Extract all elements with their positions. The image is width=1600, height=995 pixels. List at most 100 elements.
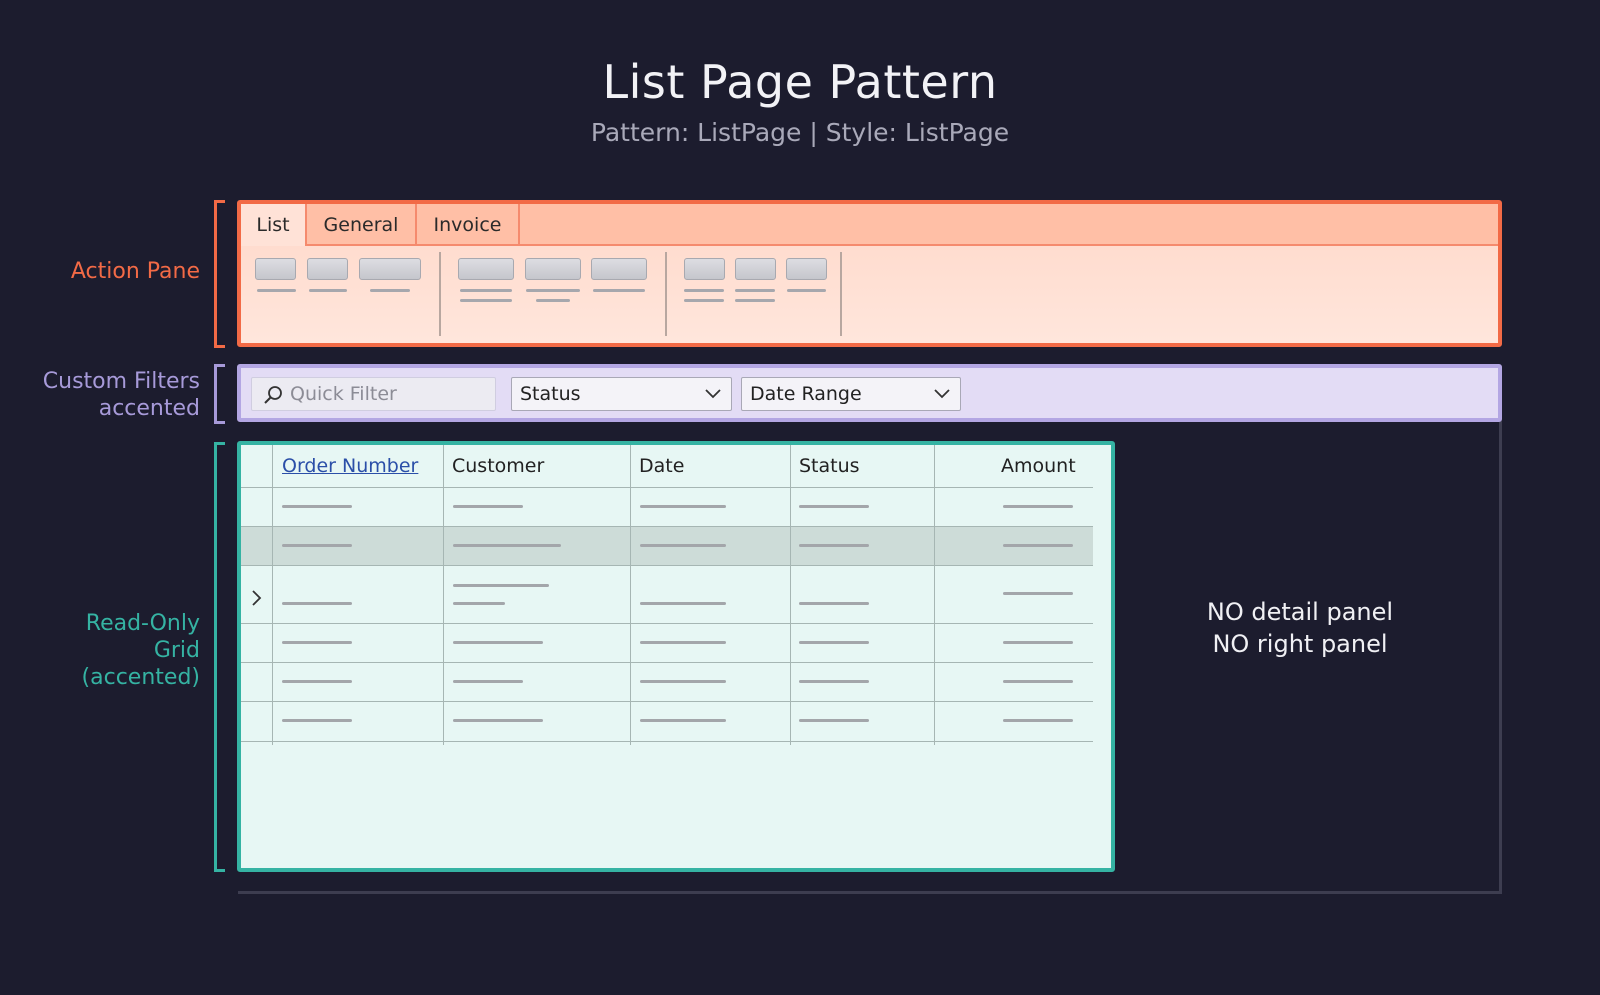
action-group-separator (439, 252, 441, 336)
cell-placeholder (1003, 592, 1073, 595)
status-filter-label: Status (520, 383, 581, 405)
action-pane: List General Invoice (237, 200, 1502, 347)
row-separator (241, 526, 1093, 527)
tab-invoice[interactable]: Invoice (417, 204, 520, 246)
custom-filters-label-line2: accented (98, 396, 200, 421)
cell-placeholder (799, 680, 869, 683)
cell-placeholder (1003, 641, 1073, 644)
action-button-caption (735, 289, 775, 292)
cell-placeholder (640, 602, 726, 605)
row-separator (241, 565, 1093, 566)
column-header-date[interactable]: Date (639, 455, 684, 477)
action-button[interactable] (684, 258, 725, 280)
action-button[interactable] (359, 258, 421, 280)
cell-placeholder (799, 641, 869, 644)
action-button-caption (735, 299, 775, 302)
action-button[interactable] (591, 258, 647, 280)
cell-placeholder (282, 505, 352, 508)
custom-filters-label-line1: Custom Filters (42, 369, 200, 394)
column-separator (443, 445, 444, 745)
action-pane-tab-strip: List General Invoice (241, 204, 1498, 246)
cell-placeholder (799, 544, 869, 547)
action-button[interactable] (735, 258, 776, 280)
cell-placeholder (1003, 505, 1073, 508)
cell-placeholder (282, 680, 352, 683)
row-separator (241, 487, 1093, 488)
status-filter-dropdown[interactable]: Status (511, 377, 732, 411)
grid-label-line2: Grid (153, 638, 200, 663)
grid-label: Read-Only Grid (accented) (82, 610, 200, 691)
quick-filter-input[interactable] (290, 378, 490, 410)
column-header-order-number[interactable]: Order Number (282, 455, 418, 477)
page-subtitle: Pattern: ListPage | Style: ListPage (590, 118, 1010, 147)
chevron-down-icon (934, 389, 950, 399)
cell-placeholder (282, 719, 352, 722)
cell-placeholder (640, 719, 726, 722)
action-button[interactable] (255, 258, 296, 280)
column-separator (790, 445, 791, 745)
cell-placeholder (282, 544, 352, 547)
cell-placeholder (1003, 719, 1073, 722)
row-separator (241, 623, 1093, 624)
action-group-separator (665, 252, 667, 336)
action-button[interactable] (786, 258, 827, 280)
quick-filter-box[interactable] (251, 377, 496, 411)
action-button-caption (460, 289, 512, 292)
date-range-filter-label: Date Range (750, 383, 862, 405)
cell-placeholder (1003, 680, 1073, 683)
action-button[interactable] (458, 258, 514, 280)
action-button[interactable] (525, 258, 581, 280)
read-only-grid: Order Number Customer Date Status Amount (237, 441, 1115, 872)
cell-placeholder (453, 544, 561, 547)
column-separator (630, 445, 631, 745)
cell-placeholder (453, 602, 505, 605)
action-pane-label: Action Pane (71, 258, 200, 285)
search-icon (264, 386, 282, 404)
column-header-customer[interactable]: Customer (452, 455, 544, 477)
cell-placeholder (799, 719, 869, 722)
action-pane-bracket (214, 200, 225, 348)
row-separator (241, 701, 1093, 702)
filters-bracket (214, 364, 225, 424)
column-separator (272, 445, 273, 745)
tab-general[interactable]: General (307, 204, 417, 246)
grid-label-line1: Read-Only (85, 611, 200, 636)
page-title: List Page Pattern (602, 55, 998, 109)
grid-bracket (214, 442, 225, 872)
action-button-caption (787, 289, 826, 292)
cell-placeholder (453, 505, 523, 508)
custom-filters-bar: Status Date Range (237, 364, 1502, 422)
date-range-filter-dropdown[interactable]: Date Range (741, 377, 961, 411)
cell-placeholder (453, 641, 543, 644)
action-button[interactable] (307, 258, 348, 280)
action-button-caption (536, 299, 570, 302)
action-group-separator (840, 252, 842, 336)
cell-placeholder (282, 602, 352, 605)
cell-placeholder (640, 544, 726, 547)
cell-placeholder (1003, 544, 1073, 547)
action-button-caption (460, 299, 512, 302)
cell-placeholder (799, 505, 869, 508)
action-button-caption (684, 299, 724, 302)
action-button-caption (526, 289, 580, 292)
custom-filters-label: Custom Filters accented (43, 368, 200, 422)
row-separator (241, 662, 1093, 663)
no-right-panel-note: NO right panel (1212, 630, 1388, 658)
cell-placeholder (640, 680, 726, 683)
tab-list[interactable]: List (241, 204, 307, 246)
diagram-canvas: List Page Pattern Pattern: ListPage | St… (0, 0, 1600, 995)
chevron-right-icon (252, 590, 262, 606)
column-separator (934, 445, 935, 745)
cell-placeholder (453, 584, 549, 587)
column-header-status[interactable]: Status (799, 455, 860, 477)
cell-placeholder (453, 680, 523, 683)
no-detail-panel-note: NO detail panel (1206, 598, 1394, 626)
grid-label-line3: (accented) (81, 665, 200, 690)
action-button-caption (684, 289, 724, 292)
action-button-caption (257, 289, 296, 292)
cell-placeholder (453, 719, 543, 722)
cell-placeholder (640, 641, 726, 644)
row-separator (241, 741, 1093, 742)
column-header-amount[interactable]: Amount (1001, 455, 1076, 477)
chevron-down-icon (705, 389, 721, 399)
